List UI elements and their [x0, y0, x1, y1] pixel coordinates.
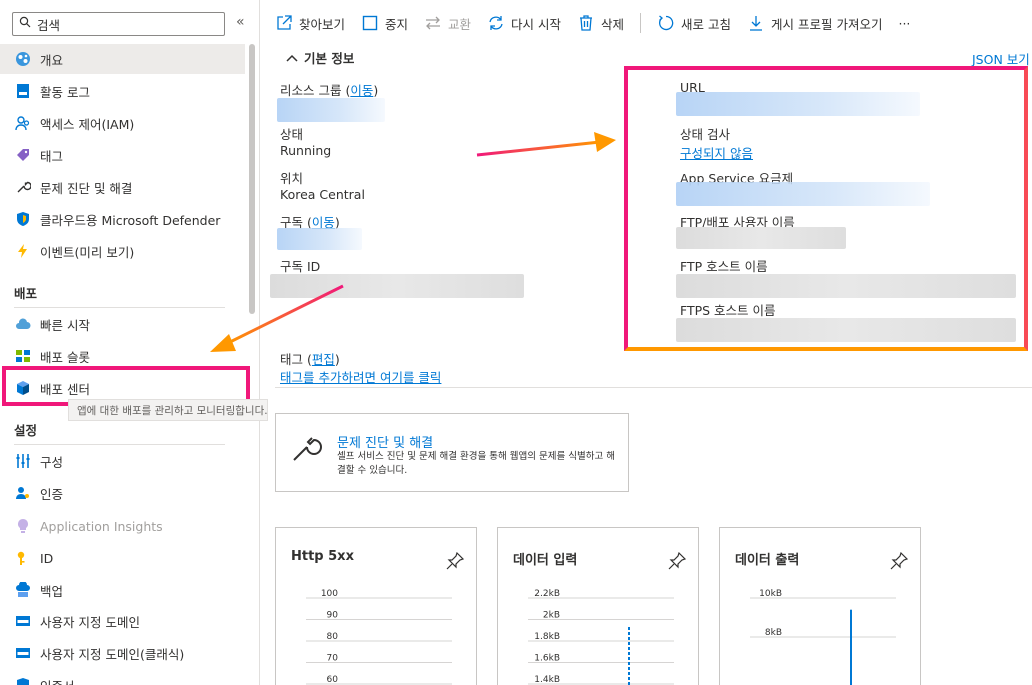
chart-http5xx: 100 90 80 70 60 — [306, 589, 452, 685]
diagnose-card[interactable]: 문제 진단 및 해결 셀프 서비스 진단 및 문제 해결 환경을 통해 웹앱의 … — [275, 413, 629, 492]
metric-tile-data-out[interactable]: 데이터 출력 10kB 8kB — [719, 527, 921, 685]
y-tick-label: 1.4kB — [534, 675, 560, 685]
pin-icon[interactable] — [668, 551, 687, 574]
y-tick-label: 2kB — [543, 611, 560, 621]
diagnose-card-title: 문제 진단 및 해결 — [337, 436, 434, 451]
metric-tile-title: 데이터 입력 — [513, 553, 578, 568]
wrench-icon — [290, 430, 324, 468]
pin-icon[interactable] — [890, 551, 909, 574]
y-tick-label: 1.8kB — [534, 632, 560, 642]
y-tick-label: 90 — [327, 611, 339, 621]
pin-icon[interactable] — [446, 551, 465, 574]
metric-tile-data-in[interactable]: 데이터 입력 2.2kB 2kB 1.8kB 1.6kB 1.4kB — [497, 527, 699, 685]
y-tick-label: 2.2kB — [534, 589, 560, 599]
y-tick-label: 80 — [327, 632, 339, 642]
diagnose-card-description: 셀프 서비스 진단 및 문제 해결 환경을 통해 웹앱의 문제를 식별하고 해결… — [337, 451, 615, 476]
y-tick-label: 100 — [321, 589, 338, 599]
metric-tile-title: Http 5xx — [291, 549, 354, 564]
metric-tile-title: 데이터 출력 — [735, 553, 800, 568]
y-tick-label: 8kB — [765, 628, 782, 638]
arrow-to-connection-info — [476, 132, 616, 157]
y-tick-label: 1.6kB — [534, 654, 560, 664]
chart-data-in: 2.2kB 2kB 1.8kB 1.6kB 1.4kB — [528, 589, 674, 685]
metric-tile-http5xx[interactable]: Http 5xx 100 90 80 70 60 — [275, 527, 477, 685]
y-tick-label: 60 — [327, 675, 339, 685]
arrow-to-deployment-center — [210, 284, 344, 352]
y-tick-label: 70 — [327, 654, 339, 664]
y-tick-label: 10kB — [759, 589, 782, 599]
chart-data-out: 10kB 8kB — [750, 589, 896, 685]
